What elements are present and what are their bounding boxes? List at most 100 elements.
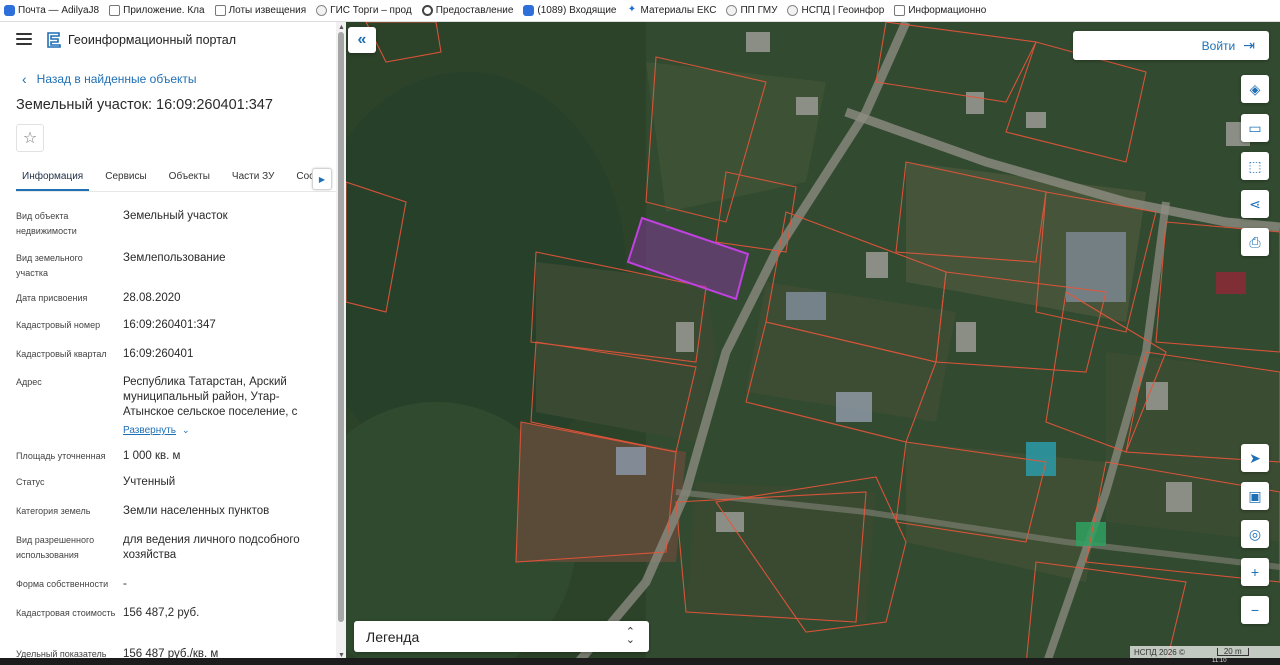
map-attribution: НСПД 2026 © 20 m [1130,646,1280,658]
select-arrows-icon: ⌃ ⌄ [625,626,635,646]
bookmark-item[interactable]: Предоставление [421,5,514,16]
portal-logo-icon [47,32,61,48]
login-icon: ⇥ [1243,37,1255,53]
eagle-icon [787,5,799,16]
bookmark-label: Информационно [908,5,987,16]
zoom-in-icon[interactable]: + [1241,558,1269,586]
info-label: Дата присвоения [16,293,88,303]
info-label: Форма собственности [16,579,109,589]
locate-point-icon[interactable]: ◎ [1241,520,1269,548]
tabs-scroll-right-icon[interactable]: ▶ [312,168,332,190]
layers-icon[interactable]: ◈ [1241,75,1269,103]
scroll-up-icon[interactable]: ▲ [338,24,345,31]
favorite-star-icon[interactable]: ☆ [16,124,44,152]
bookmark-label: Предоставление [435,5,514,16]
tab-parcel-parts[interactable]: Части ЗУ [226,162,280,191]
print-icon[interactable]: ⎙ [1241,228,1269,256]
info-value: 28.08.2020 [123,292,181,304]
bookmark-label: Приложение. Кла [123,5,205,16]
map-canvas[interactable] [346,22,1280,665]
panel-scrollbar[interactable]: ▲ ▼ [336,22,346,665]
info-label: Кадастровый квартал [16,349,107,359]
info-value: 16:09:260401 [123,348,194,360]
bookmark-label: Лоты извещения [228,5,307,16]
login-button[interactable]: Войти ⇥ [1073,31,1269,60]
bookmarks-bar: Почта — AdilyaJ8 Приложение. Кла Лоты изве… [0,0,1280,22]
doc-icon [894,5,906,16]
os-taskbar [0,658,1280,665]
info-label: Кадастровый номер [16,320,101,330]
zoom-out-icon[interactable]: − [1241,596,1269,624]
object-title: Земельный участок: 16:09:260401:347 [16,97,273,113]
info-value: Земли населенных пунктов [123,505,270,517]
expand-label: Развернуть [123,425,177,436]
select-area-icon[interactable]: ⬚ [1241,152,1269,180]
legend-label: Легенда [366,628,420,645]
login-label: Войти [1201,38,1236,53]
star-icon: ✦ [626,4,638,16]
collapse-panel-icon[interactable]: « [348,27,376,53]
bookmark-item[interactable]: Информационно [894,5,986,16]
panel-header: Геоинформационный портал [0,22,346,58]
circle-icon [421,5,433,16]
info-value: Учтенный [123,476,176,488]
info-label: Вид объекта недвижимости [16,211,77,236]
mail-icon [523,5,535,16]
bookmark-label: (1089) Входящие [537,5,617,16]
bookmark-label: Материалы ЕКС [640,5,717,16]
bookmark-item[interactable]: Приложение. Кла [109,5,205,16]
share-icon[interactable]: ⋖ [1241,190,1269,218]
info-label: Площадь уточненная [16,451,106,461]
bookmark-label: ГИС Торги – прод [330,5,412,16]
info-label: Кадастровая стоимость [16,608,116,618]
eagle-icon [726,5,738,16]
bookmark-item[interactable]: Лоты извещения [214,5,307,16]
address-expand-link[interactable]: Развернуть ⌄ [123,423,323,438]
bookmark-item[interactable]: (1089) Входящие [523,5,617,16]
info-value: Землепользование [123,252,226,264]
portal-title[interactable]: Геоинформационный портал [68,33,236,47]
back-link-label: Назад в найденные объекты [36,72,197,86]
tab-services[interactable]: Сервисы [99,162,152,191]
info-label: Категория земель [16,506,91,516]
menu-icon[interactable] [16,33,32,45]
info-label: Вид разрешенного использования [16,535,95,560]
ruler-icon[interactable]: ▭ [1241,114,1269,142]
bookmark-label: ПП ГМУ [740,5,778,16]
info-value: 156 487,2 руб. [123,607,200,619]
info-label: Статус [16,477,45,487]
info-value: Земельный участок [123,210,228,222]
minimap-icon[interactable]: ▣ [1241,482,1269,510]
info-label: Адрес [16,377,42,387]
bookmark-label: Почта — AdilyaJ8 [18,5,100,16]
legend-select[interactable]: Легенда ⌃ ⌄ [354,621,649,652]
info-value: - [123,578,127,590]
chevron-down-icon: ⌄ [182,425,190,435]
copyright-text: НСПД 2026 © [1134,647,1185,657]
info-value: 1 000 кв. м [123,450,181,462]
bookmark-item[interactable]: ПП ГМУ [726,5,777,16]
info-value: для ведения личного подсобного хозяйства [123,534,300,561]
doc-icon [109,5,121,16]
chevron-left-icon: ‹ [22,71,27,87]
scale-bar: 20 m [1216,648,1249,656]
back-link[interactable]: ‹ Назад в найденные объекты [22,71,197,87]
info-label: Вид земельного участка [16,253,83,278]
mail-icon [4,5,15,16]
system-clock: 11:10 [1212,658,1227,664]
info-value: Республика Татарстан, Арский муниципальн… [123,376,298,418]
geolocation-icon[interactable]: ➤ [1241,444,1269,472]
scrollbar-thumb[interactable] [338,32,344,622]
tab-bar: Информация Сервисы Объекты Части ЗУ Сост… [16,162,336,192]
bookmark-item[interactable]: ✦ Материалы ЕКС [626,4,717,16]
bookmark-item[interactable]: НСПД | Геоинфор [787,5,884,16]
info-value: 16:09:260401:347 [123,319,216,331]
doc-icon [214,5,226,16]
tab-information[interactable]: Информация [16,162,90,191]
info-panel: Геоинформационный портал ‹ Назад в найде… [0,22,346,665]
bookmark-item[interactable]: Почта — AdilyaJ8 [4,5,99,16]
tab-objects[interactable]: Объекты [163,162,216,191]
bookmark-label: НСПД | Геоинфор [801,5,885,16]
bookmark-item[interactable]: ГИС Торги – прод [316,5,412,16]
satellite-map[interactable] [346,22,1280,665]
